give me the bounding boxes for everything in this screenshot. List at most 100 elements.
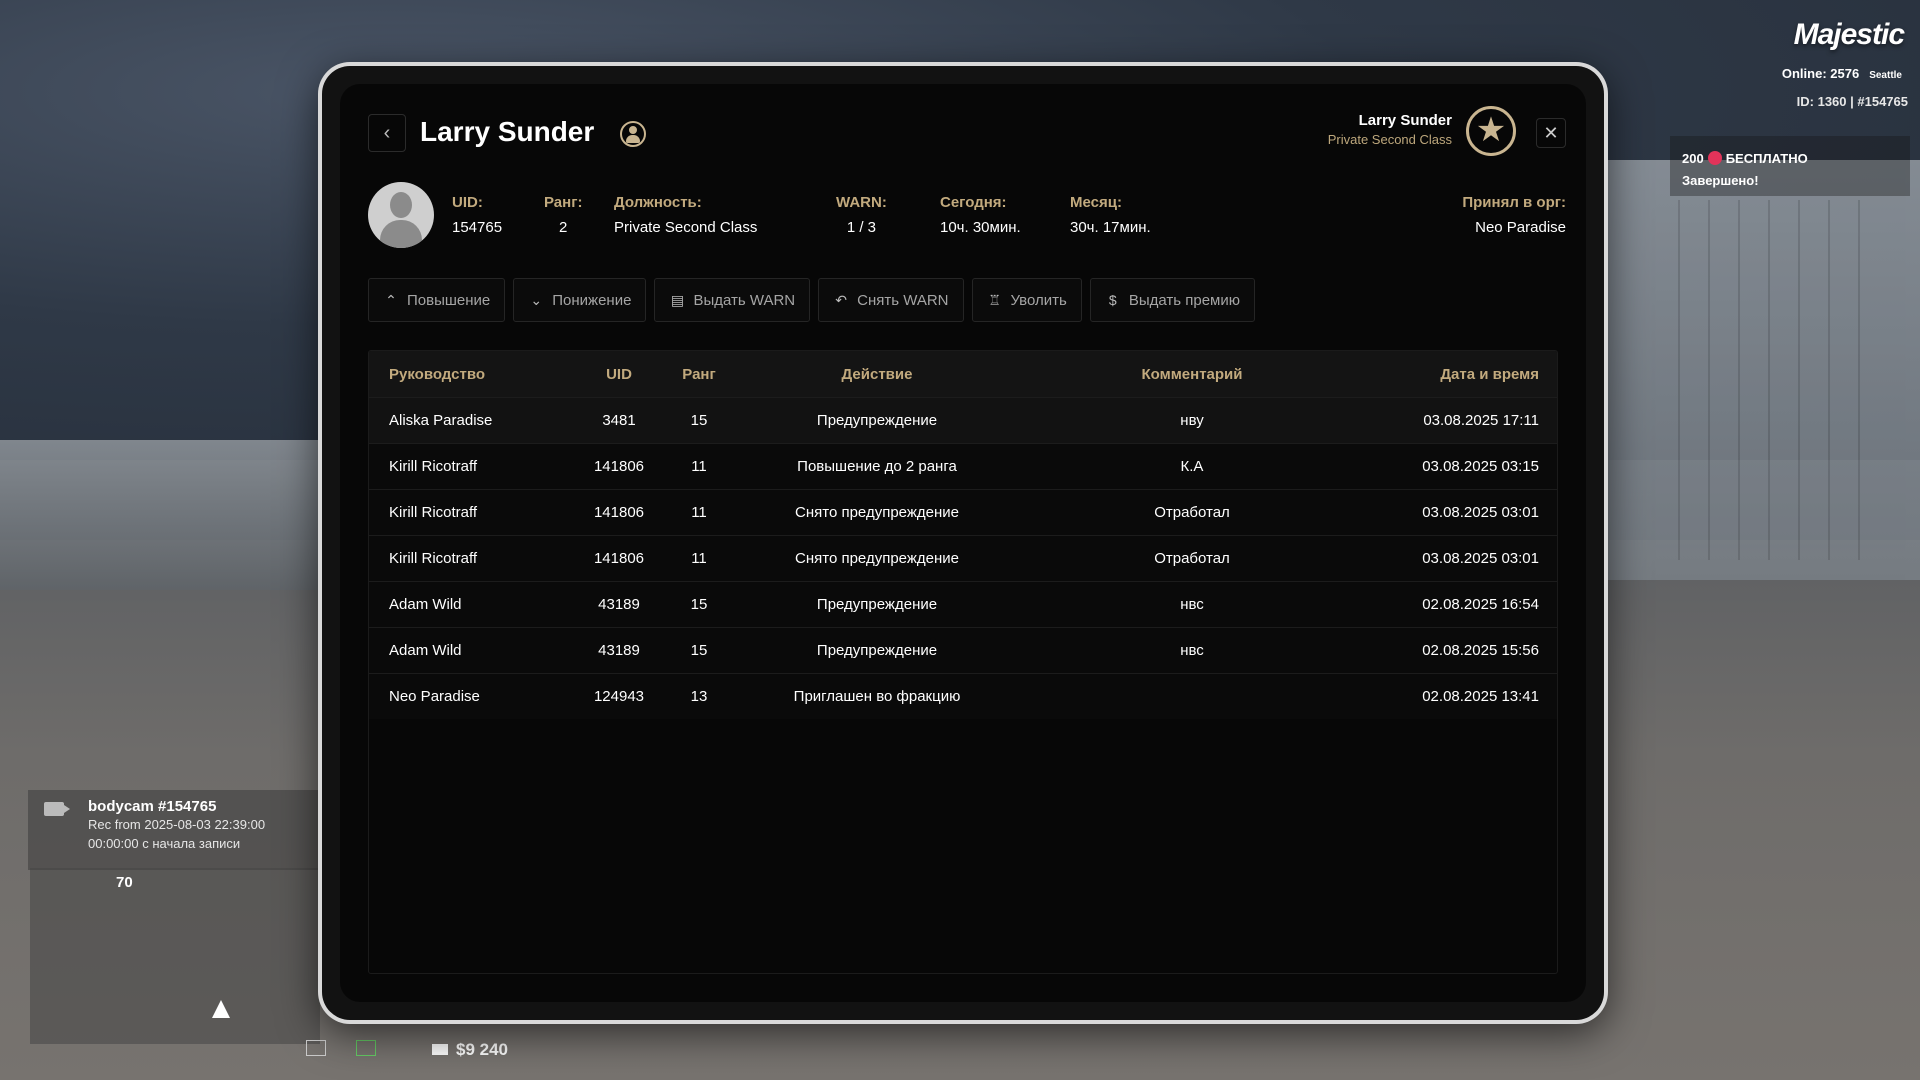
uid-cell: 141806 <box>593 550 645 567</box>
minimap: 70 <box>30 868 320 1044</box>
datetime-cell: 03.08.2025 03:01 <box>1422 550 1539 567</box>
server-city: Seattle <box>1869 70 1902 81</box>
datetime-cell: 02.08.2025 15:56 <box>1422 642 1539 659</box>
undo-icon: ↶ <box>835 291 847 308</box>
fire-user-icon: ♖ <box>988 291 1001 308</box>
comment-cell: Отработал <box>1154 550 1230 567</box>
action-cell: Повышение до 2 ранга <box>797 458 957 475</box>
brand-logo: Majestic <box>1793 18 1905 51</box>
fire-button[interactable]: ♖ Уволить <box>971 278 1082 322</box>
leader-cell: Adam Wild <box>389 642 462 659</box>
table-row[interactable]: Neo Paradise 124943 13 Приглашен во фракцию… <box>369 673 1557 719</box>
table-row[interactable]: Kirill Ricotraff 141806 11 Повышение до 2 р… <box>369 443 1557 489</box>
table-row[interactable]: Kirill Ricotraff 141806 11 Снято предупрежд… <box>369 489 1557 535</box>
table-row[interactable]: Kirill Ricotraff 141806 11 Снято предупрежд… <box>369 535 1557 581</box>
tablet-bezel: ‹ Larry Sunder Larry Sunder Private Seco… <box>322 66 1604 1020</box>
rank-cell: 13 <box>690 688 708 705</box>
uid-cell: 141806 <box>593 504 645 521</box>
rank-cell: 15 <box>690 596 708 613</box>
coin-icon <box>1707 151 1722 165</box>
dollar-icon: $ <box>1108 292 1117 308</box>
leader-cell: Kirill Ricotraff <box>389 458 478 475</box>
leader-cell: Neo Paradise <box>389 688 480 705</box>
rank-cell: 11 <box>691 458 707 475</box>
header-player-name: Larry Sunder <box>1358 112 1452 129</box>
arrow-up-icon: ⌃ <box>385 291 397 308</box>
bodycam-overlay: bodycam #154765 Rec from 2025-08-03 22:3… <box>28 790 320 870</box>
money-bank: $9 240 <box>432 1040 508 1060</box>
document-warn-icon: ▤ <box>670 291 685 308</box>
rank-cell: 15 <box>690 412 708 429</box>
history-table: Руководство UID Ранг Действие Комментари… <box>368 350 1558 974</box>
close-icon: ✕ <box>1543 123 1559 143</box>
give-bonus-button[interactable]: $ Выдать премию <box>1089 278 1255 322</box>
back-button[interactable]: ‹ <box>368 114 406 152</box>
promote-button[interactable]: ⌃ Повышение <box>368 278 506 322</box>
quest-notification: 200 БЕСПЛАТНО Завершено! <box>1670 136 1910 196</box>
remove-warn-button[interactable]: ↶ Снять WARN <box>818 278 964 322</box>
action-cell: Снято предупреждение <box>795 504 959 521</box>
comment-cell: нву <box>1180 412 1204 429</box>
uid-cell: 43189 <box>598 642 640 659</box>
player-id: ID: 1360 | #154765 <box>1796 94 1908 109</box>
uid-info: UID: 154765 <box>452 194 503 236</box>
page-title: Larry Sunder <box>420 116 595 147</box>
player-arrow-icon <box>212 1000 230 1018</box>
card-icon <box>432 1044 448 1055</box>
rank-cell: 11 <box>691 550 707 567</box>
action-cell: Предупреждение <box>816 412 938 429</box>
comment-cell: Отработал <box>1154 504 1230 521</box>
uid-cell: 43189 <box>598 596 640 613</box>
position-info: Должность: Private Second Class <box>614 194 758 236</box>
month-info: Месяц: 30ч. 17мин. <box>1070 194 1151 236</box>
warn-info: WARN: 1 / 3 <box>836 194 887 236</box>
action-cell: Предупреждение <box>816 642 938 659</box>
header-player-rank: Private Second Class <box>1327 132 1452 147</box>
background-hangar-left <box>0 440 320 590</box>
datetime-cell: 03.08.2025 17:11 <box>1423 412 1539 429</box>
action-cell: Приглашен во фракцию <box>793 688 961 705</box>
action-toolbar: ⌃ Повышение ⌄ Понижение ▤ Выдать WARN ↶ Снят… <box>368 278 1255 322</box>
datetime-cell: 03.08.2025 03:01 <box>1422 504 1539 521</box>
uid-cell: 141806 <box>593 458 645 475</box>
chevron-left-icon: ‹ <box>383 122 391 144</box>
comment-cell: нвс <box>1180 596 1204 613</box>
user-icon <box>620 121 646 147</box>
arrow-down-icon: ⌄ <box>530 291 543 308</box>
table-header: Руководство UID Ранг Действие Комментари… <box>369 351 1557 397</box>
member-profile-panel: ‹ Larry Sunder Larry Sunder Private Seco… <box>340 84 1586 1002</box>
hud-photo-icon <box>306 1040 326 1056</box>
close-button[interactable]: ✕ <box>1536 118 1566 148</box>
avatar <box>368 182 434 248</box>
leader-cell: Aliska Paradise <box>389 412 493 429</box>
speed-readout: 70 <box>116 874 133 891</box>
hud-map-icon <box>356 1040 376 1056</box>
leader-cell: Adam Wild <box>389 596 462 613</box>
comment-cell: нвс <box>1180 642 1204 659</box>
camera-icon <box>44 802 70 816</box>
background-hangar-right <box>1608 160 1920 580</box>
demote-button[interactable]: ⌄ Понижение <box>513 278 647 322</box>
uid-cell: 3481 <box>602 412 636 429</box>
table-row[interactable]: Aliska Paradise 3481 15 Предупреждение нву 03… <box>369 397 1557 443</box>
action-cell: Предупреждение <box>816 596 938 613</box>
rank-cell: 11 <box>691 504 707 521</box>
datetime-cell: 02.08.2025 13:41 <box>1422 688 1539 705</box>
give-warn-button[interactable]: ▤ Выдать WARN <box>654 278 811 322</box>
uid-cell: 124943 <box>593 688 645 705</box>
today-info: Сегодня: 10ч. 30мин. <box>940 194 1021 236</box>
star-icon: ★ <box>1466 106 1516 156</box>
leader-cell: Kirill Ricotraff <box>389 504 478 521</box>
rank-info: Ранг: 2 <box>544 194 583 236</box>
hired-by-info: Принял в орг: Neo Paradise <box>1462 194 1566 236</box>
comment-cell: К.А <box>1180 458 1204 475</box>
table-row[interactable]: Adam Wild 43189 15 Предупреждение нвс 02.08.2… <box>369 627 1557 673</box>
rank-cell: 15 <box>690 642 708 659</box>
datetime-cell: 02.08.2025 16:54 <box>1422 596 1539 613</box>
datetime-cell: 03.08.2025 03:15 <box>1422 458 1539 475</box>
online-counter: Online: 2576 Seattle <box>1781 66 1902 81</box>
action-cell: Снято предупреждение <box>795 550 959 567</box>
table-row[interactable]: Adam Wild 43189 15 Предупреждение нвс 02.08.2… <box>369 581 1557 627</box>
tablet-frame: ‹ Larry Sunder Larry Sunder Private Seco… <box>318 62 1608 1024</box>
leader-cell: Kirill Ricotraff <box>389 550 478 567</box>
